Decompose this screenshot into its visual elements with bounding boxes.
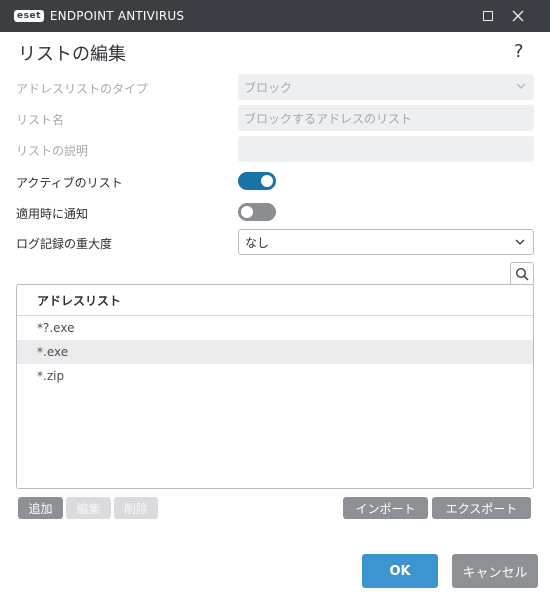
address-list-header[interactable]: アドレスリスト xyxy=(17,285,533,316)
log-severity-value: なし xyxy=(245,235,270,250)
title-bar: eset ENDPOINT ANTIVIRUS xyxy=(0,0,550,32)
delete-button: 削除 xyxy=(114,497,158,519)
log-severity-label: ログ記録の重大度 xyxy=(16,237,113,251)
edit-button: 編集 xyxy=(66,497,111,519)
ok-button[interactable]: OK xyxy=(362,554,438,588)
list-item[interactable]: *.zip xyxy=(17,364,533,388)
logo-badge: eset xyxy=(14,10,44,22)
export-button[interactable]: エクスポート xyxy=(432,497,531,519)
close-button[interactable] xyxy=(502,0,534,32)
log-severity-select[interactable]: なし xyxy=(238,229,534,255)
add-button[interactable]: 追加 xyxy=(18,497,63,519)
notify-on-apply-label: 適用時に通知 xyxy=(16,207,89,221)
list-name-label: リスト名 xyxy=(16,113,65,127)
chevron-down-icon xyxy=(515,239,525,245)
notify-on-apply-toggle[interactable] xyxy=(238,203,276,221)
eset-logo: eset ENDPOINT ANTIVIRUS xyxy=(14,9,184,23)
active-list-label: アクティブのリスト xyxy=(16,176,123,190)
list-item[interactable]: *?.exe xyxy=(17,316,533,340)
search-icon xyxy=(515,267,529,281)
cancel-button[interactable]: キャンセル xyxy=(452,554,538,588)
help-button[interactable]: ? xyxy=(514,41,524,62)
address-list-type-value: ブロック xyxy=(244,80,293,95)
maximize-icon xyxy=(483,11,493,21)
list-description-label: リストの説明 xyxy=(16,144,89,158)
active-list-toggle[interactable] xyxy=(238,172,276,190)
import-button[interactable]: インポート xyxy=(343,497,428,519)
list-description-field xyxy=(238,136,534,162)
maximize-button[interactable] xyxy=(472,0,504,32)
list-name-value: ブロックするアドレスのリスト xyxy=(244,111,413,126)
list-name-field: ブロックするアドレスのリスト xyxy=(238,105,534,131)
list-item[interactable]: *.exe xyxy=(17,340,533,364)
chevron-down-icon xyxy=(516,83,526,89)
close-icon xyxy=(512,10,524,22)
address-list-type-label: アドレスリストのタイプ xyxy=(16,82,149,96)
search-button[interactable] xyxy=(510,262,534,286)
toggle-knob xyxy=(241,206,253,218)
toggle-knob xyxy=(261,175,273,187)
address-list-type-select: ブロック xyxy=(238,74,534,100)
address-list[interactable]: アドレスリスト *?.exe *.exe *.zip xyxy=(16,284,534,489)
app-title: ENDPOINT ANTIVIRUS xyxy=(49,9,185,23)
dialog-title: リストの編集 xyxy=(18,44,126,65)
